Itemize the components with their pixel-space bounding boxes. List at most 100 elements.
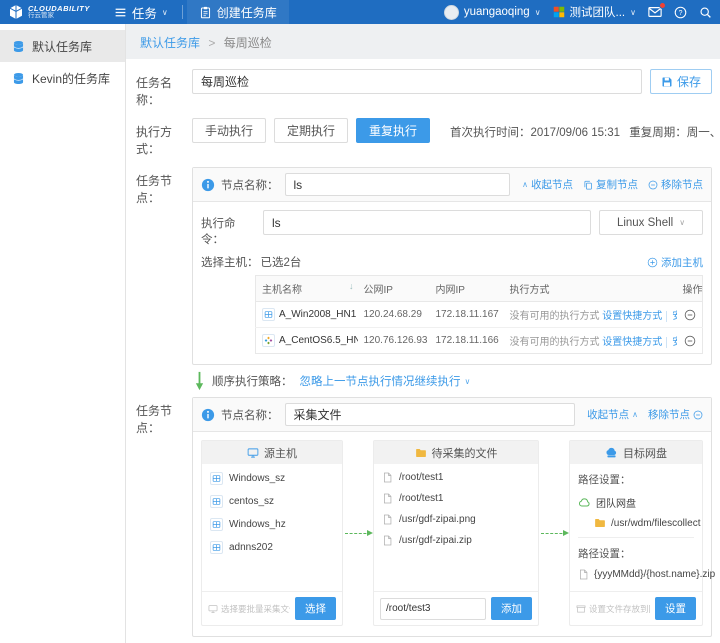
- file-path-input[interactable]: [380, 598, 486, 620]
- sort-icon[interactable]: ↓: [349, 281, 354, 291]
- messages-button[interactable]: [648, 5, 662, 19]
- source-hosts-hint: 选择要批量采集文件的主机: [208, 603, 290, 615]
- green-down-arrow-icon: [194, 371, 205, 391]
- mode-manual-button[interactable]: 手动执行: [192, 118, 266, 143]
- file-icon: [382, 472, 393, 483]
- repeat-value: 周一、周三: [687, 127, 720, 139]
- strategy-select[interactable]: 忽略上一节点执行情况继续执行∨: [300, 373, 471, 389]
- mode-repeat-button[interactable]: 重复执行: [356, 118, 430, 143]
- file-icon: [578, 569, 589, 580]
- tasks-menu[interactable]: 任务 ∨: [104, 0, 178, 24]
- setup-shortcut-link[interactable]: 设置快捷方式: [602, 337, 662, 348]
- target-drive-title: 目标网盘: [623, 445, 667, 461]
- list-item[interactable]: /root/test1: [382, 493, 530, 504]
- col-header-exec-mode: 执行方式: [504, 276, 677, 302]
- add-host-button[interactable]: 添加主机: [647, 255, 703, 270]
- windows-os-icon: [210, 472, 223, 485]
- drive-tree-node[interactable]: 团队网盘: [578, 495, 694, 510]
- list-item[interactable]: adnns202: [210, 541, 334, 554]
- list-item[interactable]: /usr/gdf-zipai.zip: [382, 535, 530, 546]
- setup-shortcut-link[interactable]: 设置快捷方式: [602, 311, 662, 322]
- command-input[interactable]: [263, 210, 591, 235]
- file-icon: [382, 514, 393, 525]
- node-flow-strategy: 顺序执行策略： 忽略上一节点执行情况继续执行∨: [194, 371, 712, 391]
- user-menu[interactable]: yuangaoqing ∨: [444, 5, 541, 20]
- col-header-operations: 操作: [677, 276, 703, 302]
- host-name: A_CentOS6.5_HN1: [279, 335, 358, 346]
- breadcrumb-parent-link[interactable]: 默认任务库: [140, 36, 200, 50]
- chevron-down-icon: ∨: [630, 8, 636, 17]
- col-header-public-ip: 公网IP: [358, 276, 430, 302]
- sidebar-item-default-library[interactable]: 默认任务库: [0, 30, 125, 62]
- cloud-drive-icon: [605, 446, 618, 459]
- clipboard-icon: [199, 6, 212, 19]
- add-file-button[interactable]: 添加: [491, 597, 532, 620]
- node-name-label: 节点名称：: [221, 407, 279, 423]
- sidebar-item-label: 默认任务库: [32, 38, 92, 55]
- install-agent-link[interactable]: 安装Agent: [666, 311, 676, 322]
- file-icon: [382, 535, 393, 546]
- help-button[interactable]: [674, 6, 687, 19]
- search-button[interactable]: [699, 6, 712, 19]
- remove-node-button[interactable]: 移除节点: [648, 177, 703, 192]
- brand-logo[interactable]: CLOUDABILITY 行云管家: [8, 4, 90, 20]
- circle-minus-icon: [648, 180, 658, 190]
- chevron-down-icon: ∨: [465, 377, 471, 386]
- set-path-button[interactable]: 设置: [655, 597, 696, 620]
- file-icon: [382, 493, 393, 504]
- sidebar-item-label: Kevin的任务库: [32, 70, 110, 87]
- mode-scheduled-button[interactable]: 定期执行: [274, 118, 348, 143]
- node2-name-input[interactable]: [285, 403, 576, 426]
- install-agent-link[interactable]: 安装Agent: [666, 337, 676, 348]
- create-task-lib-tab[interactable]: 创建任务库: [187, 0, 289, 24]
- task-node-2-panel: 节点名称： 收起节点∧ 移除节点: [192, 397, 712, 637]
- task-name-input[interactable]: [192, 69, 642, 94]
- box-icon: [576, 604, 586, 614]
- col-header-hostname: 主机名称↓: [256, 276, 358, 302]
- collapse-node-button[interactable]: 收起节点∧: [587, 407, 638, 422]
- sidebar-item-kevin-library[interactable]: Kevin的任务库: [0, 62, 125, 94]
- select-hosts-label: 选择主机：: [201, 254, 259, 270]
- chevron-up-icon: ∧: [522, 180, 528, 189]
- remove-host-icon[interactable]: [684, 309, 696, 321]
- first-time-value: 2017/09/06 15:31: [531, 127, 621, 139]
- team-name: 测试团队...: [570, 4, 626, 20]
- task-editor-card: 任务名称： 保存 执行方式： 手动执行 定期执行: [126, 59, 720, 643]
- circle-minus-icon: [693, 410, 703, 420]
- first-time-label: 首次执行时间：: [450, 127, 531, 139]
- folder-tree-node[interactable]: /usr/wdm/filescollect: [594, 517, 694, 529]
- save-button[interactable]: 保存: [650, 69, 712, 94]
- strategy-label: 顺序执行策略：: [212, 373, 293, 389]
- remove-host-icon[interactable]: [684, 335, 696, 347]
- topbar: CLOUDABILITY 行云管家 任务 ∨ 创建任务库 yuangaoqing…: [0, 0, 720, 24]
- collect-files-panel: 待采集的文件 /root/test1 /root/test1 /usr/gdf-…: [373, 440, 539, 626]
- node-name-label: 节点名称：: [221, 177, 279, 193]
- flow-arrow: [541, 533, 567, 534]
- list-item[interactable]: Windows_sz: [210, 472, 334, 485]
- remove-node-button[interactable]: 移除节点: [648, 407, 703, 422]
- info-icon: [201, 408, 215, 422]
- list-item[interactable]: /usr/gdf-zipai.png: [382, 514, 530, 525]
- list-item[interactable]: centos_sz: [210, 495, 334, 508]
- public-ip: 120.24.68.29: [358, 302, 430, 328]
- team-menu[interactable]: 测试团队... ∨: [553, 4, 636, 20]
- table-row: A_CentOS6.5_HN1 120.76.126.93 172.18.11.…: [256, 328, 703, 354]
- node1-name-input[interactable]: [285, 173, 511, 196]
- collect-files-title: 待采集的文件: [432, 445, 498, 461]
- list-item[interactable]: Windows_hz: [210, 518, 334, 531]
- list-item[interactable]: /root/test1: [382, 472, 530, 483]
- windows-os-icon: [210, 495, 223, 508]
- windows-os-icon: [210, 518, 223, 531]
- select-hosts-button[interactable]: 选择: [295, 597, 336, 620]
- divider: [578, 537, 694, 538]
- shell-type-select[interactable]: Linux Shell ∨: [599, 210, 703, 235]
- tasks-menu-label: 任务: [132, 3, 157, 22]
- collapse-node-button[interactable]: ∧收起节点: [522, 177, 573, 192]
- hamburger-icon: [114, 6, 127, 19]
- create-task-lib-label: 创建任务库: [217, 4, 277, 21]
- breadcrumb-separator: >: [208, 36, 215, 50]
- repeat-label: 重复周期：: [629, 127, 687, 139]
- flow-arrow: [345, 533, 371, 534]
- monitor-icon: [208, 604, 218, 614]
- copy-node-button[interactable]: 复制节点: [583, 177, 638, 192]
